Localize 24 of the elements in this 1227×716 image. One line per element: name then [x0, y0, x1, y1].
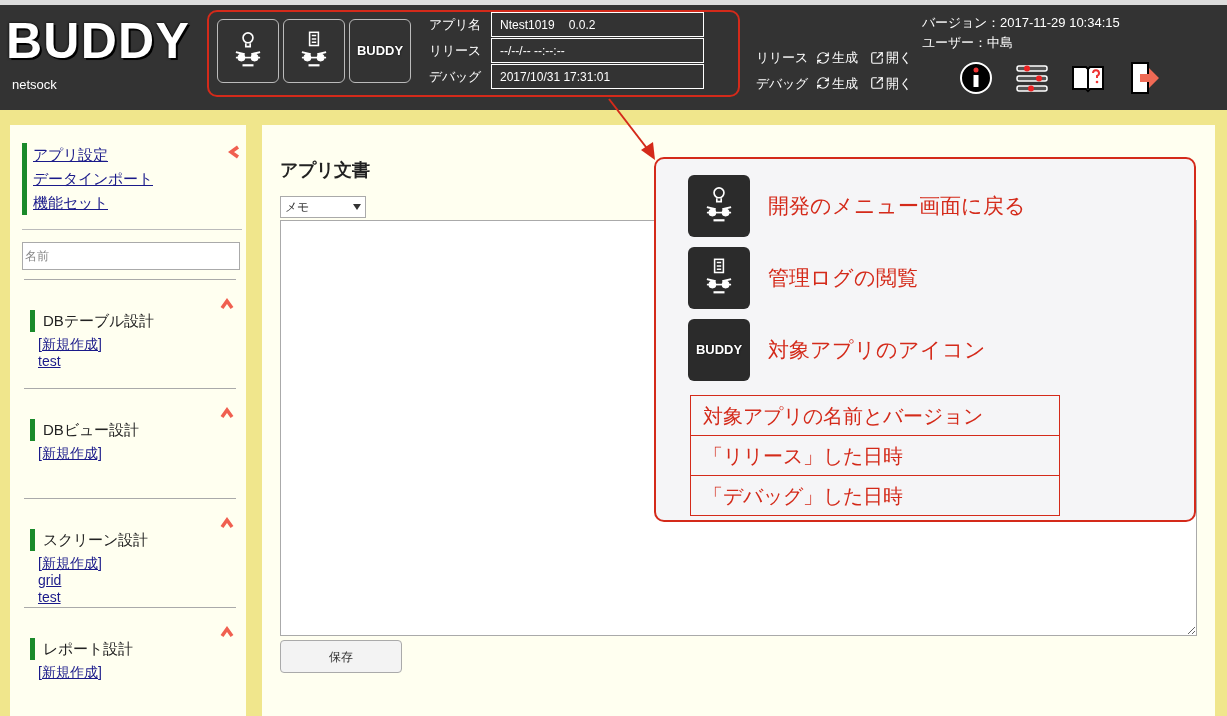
build-label: デバッグ [755, 74, 808, 93]
company-name: netsock [12, 76, 58, 94]
callout-row: 対象アプリの名前とバージョン [691, 396, 1059, 436]
section-title: スクリーン設計 [30, 528, 148, 551]
callout-text: 管理ログの閲覧 [768, 265, 918, 292]
info-label: リリース [429, 41, 481, 60]
info-field: --/--/-- --:--:-- [491, 38, 704, 63]
section-title: DBテーブル設計 [30, 310, 154, 332]
callout-text: 対象アプリのアイコン [768, 337, 986, 364]
section-title: DBビュー設計 [30, 419, 139, 442]
page-title: アプリ文書 [280, 159, 371, 182]
info-label: デバッグ [429, 67, 481, 86]
logo: BUDDY [6, 13, 192, 69]
info-field: Ntest1019 0.0.2 [491, 12, 704, 37]
app-icon-tile: BUDDY [688, 319, 750, 381]
section-title: レポート設計 [30, 637, 133, 660]
callout-text: 開発のメニュー画面に戻る [768, 193, 1026, 220]
user-text: ユーザー：中島 [922, 33, 1014, 52]
info-label: アプリ名 [429, 15, 481, 34]
info-field: 2017/10/31 17:31:01 [491, 64, 704, 89]
version-text: バージョン：2017-11-29 10:34:15 [922, 14, 1121, 32]
callout-row: 「デバッグ」した日時 [691, 476, 1059, 516]
build-label: リリース [755, 49, 808, 67]
callout-row: 「リリース」した日時 [691, 436, 1059, 476]
